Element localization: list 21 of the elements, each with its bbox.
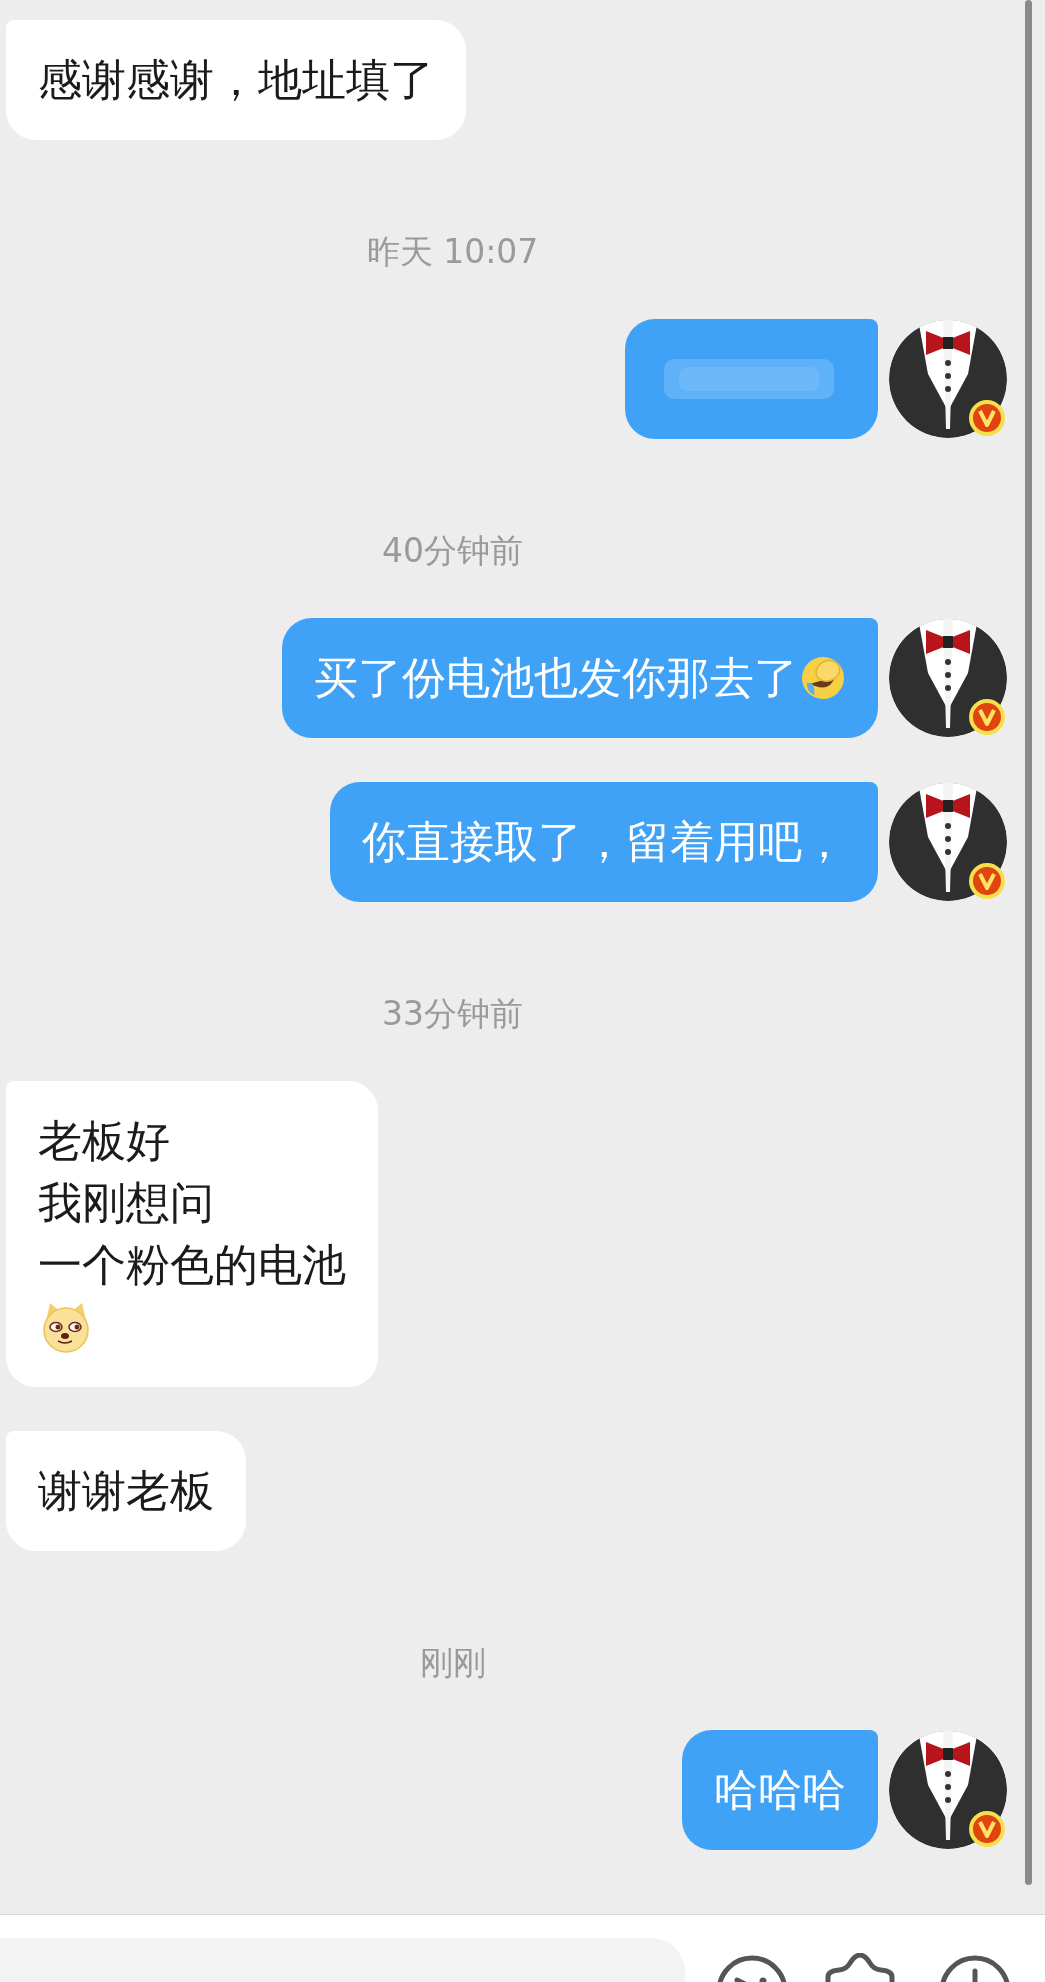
message-text: 我刚想问 (38, 1176, 214, 1230)
plus-icon[interactable] (940, 1953, 1010, 1982)
timestamp: 40分钟前 (382, 531, 523, 571)
message-text: 谢谢老板 (38, 1464, 214, 1518)
emoji-icon[interactable] (717, 1953, 787, 1982)
sticker-icon[interactable] (825, 1953, 895, 1982)
message-text: 哈哈哈 (714, 1763, 846, 1817)
message-text: 一个粉色的电池 (38, 1238, 346, 1292)
timestamp: 33分钟前 (382, 994, 523, 1034)
laughing-emoji-icon (800, 655, 846, 701)
message-text: 买了份电池也发你那去了 (314, 651, 798, 705)
message-text: 感谢感谢，地址填了 (38, 53, 434, 107)
message-text: 你直接取了，留着用吧， (362, 815, 846, 869)
message-text: 老板好 (38, 1114, 170, 1168)
avatar[interactable] (888, 618, 1008, 738)
avatar[interactable] (888, 782, 1008, 902)
avatar[interactable] (888, 319, 1008, 439)
timestamp: 昨天 10:07 (366, 232, 539, 272)
scrollbar[interactable] (1025, 0, 1032, 1885)
timestamp: 刚刚 (419, 1643, 486, 1683)
avatar[interactable] (888, 1730, 1008, 1850)
